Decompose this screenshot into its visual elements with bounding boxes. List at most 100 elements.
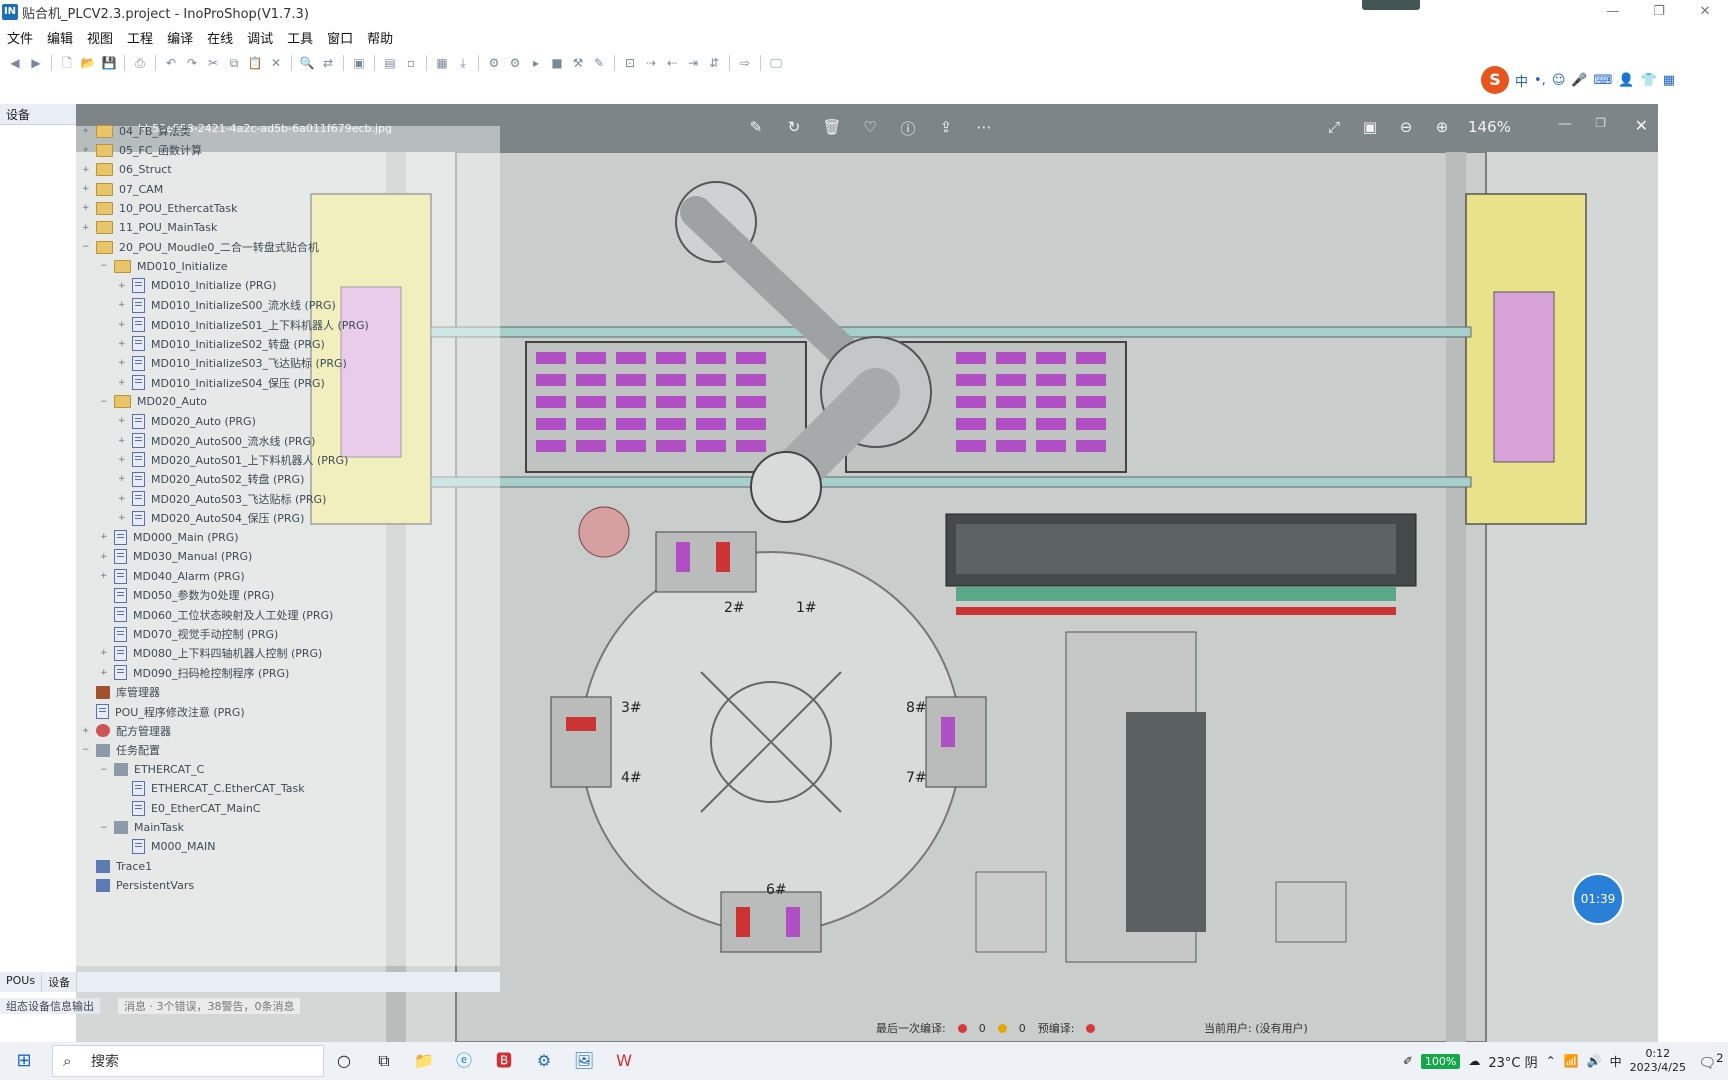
monitor-icon[interactable]: ⇥ xyxy=(684,54,702,72)
tree-expand-toggle[interactable]: + xyxy=(118,300,128,310)
tree-item[interactable]: + MD090_扫码枪控制程序 (PRG) xyxy=(100,663,289,683)
inoproshop-icon[interactable]: ⚙ xyxy=(524,1042,564,1080)
keyboard-icon[interactable]: ⌨ xyxy=(1594,73,1613,88)
tree-expand-toggle[interactable]: − xyxy=(100,397,110,407)
save-icon[interactable]: 💾 xyxy=(100,54,118,72)
tree-expand-toggle[interactable]: + xyxy=(118,358,128,368)
tree-expand-toggle[interactable]: − xyxy=(82,745,92,755)
tree-expand-toggle[interactable]: + xyxy=(82,223,92,233)
zoom-out-icon[interactable]: ⊖ xyxy=(1396,118,1416,136)
menu-tools[interactable]: 工具 xyxy=(280,28,320,47)
build-icon[interactable]: ▦ xyxy=(433,54,451,72)
tree-item[interactable]: M000_MAIN xyxy=(118,837,215,857)
delete-icon[interactable]: ✕ xyxy=(267,54,285,72)
tree-item[interactable]: Trace1 xyxy=(82,856,152,876)
zoom-in-icon[interactable]: ⊕ xyxy=(1432,118,1452,136)
tree-expand-toggle[interactable]: + xyxy=(82,203,92,213)
menu-build[interactable]: 编译 xyxy=(160,28,200,47)
tree-expand-toggle[interactable]: + xyxy=(118,474,128,484)
download-icon[interactable]: ⤓ xyxy=(454,54,472,72)
back-icon[interactable]: ◀ xyxy=(6,54,24,72)
heart-icon[interactable]: ♡ xyxy=(860,118,880,139)
tree-item[interactable]: PersistentVars xyxy=(82,876,194,896)
menu-file[interactable]: 文件 xyxy=(0,28,40,47)
tree-expand-toggle[interactable]: + xyxy=(118,494,128,504)
photos-icon[interactable]: 🖼 xyxy=(564,1042,604,1080)
tree-item[interactable]: +05_FC_函数计算 xyxy=(82,140,202,160)
window-icon[interactable]: ▣ xyxy=(350,54,368,72)
tree-item[interactable]: MD050_参数为0处理 (PRG) xyxy=(100,585,274,605)
tree-expand-toggle[interactable]: + xyxy=(100,648,110,658)
login-icon[interactable]: ⚙ xyxy=(485,54,503,72)
tree-expand-toggle[interactable]: + xyxy=(82,726,92,736)
tab-devices[interactable]: 设备 xyxy=(42,972,78,992)
tree-item[interactable]: + MD010_Initialize (PRG) xyxy=(118,276,276,296)
breakpoint-icon[interactable]: ⊡ xyxy=(621,54,639,72)
battery-indicator[interactable]: 100% xyxy=(1420,1053,1461,1069)
emoji-icon[interactable]: ☺ xyxy=(1552,73,1566,88)
tree-item[interactable]: + MD000_Main (PRG) xyxy=(100,527,239,547)
tree-item[interactable]: + MD080_上下料四轴机器人控制 (PRG) xyxy=(100,643,322,663)
tree-item[interactable]: + MD010_InitializeS00_流水线 (PRG) xyxy=(118,295,336,315)
copy-icon[interactable]: ⧉ xyxy=(225,54,243,72)
tree-expand-toggle[interactable]: + xyxy=(118,455,128,465)
ime-chinese-toggle[interactable]: 中 xyxy=(1515,71,1528,90)
tree-item[interactable]: +07_CAM xyxy=(82,179,163,199)
tree-item[interactable]: MD070_视觉手动控制 (PRG) xyxy=(100,624,278,644)
tree-expand-toggle[interactable]: + xyxy=(82,165,92,175)
taskbar-search[interactable]: ⌕ 搜索 xyxy=(52,1045,324,1077)
task-view-icon[interactable]: ⧉ xyxy=(364,1042,404,1080)
tree-expand-toggle[interactable]: + xyxy=(118,281,128,291)
tree-expand-toggle[interactable]: + xyxy=(82,126,92,136)
tree-item[interactable]: − 任务配置 xyxy=(82,740,160,760)
tab-pous[interactable]: POUs xyxy=(0,972,43,992)
tree-item[interactable]: ETHERCAT_C.EtherCAT_Task xyxy=(118,779,305,799)
step-out-icon[interactable]: ⇠ xyxy=(663,54,681,72)
tree-item[interactable]: − MD020_Auto xyxy=(100,392,207,412)
tree-expand-toggle[interactable]: + xyxy=(100,532,110,542)
messages-tab[interactable]: 消息 · 3个错误，38警告，0条消息 xyxy=(118,998,301,1014)
tree-item[interactable]: 库管理器 xyxy=(82,682,160,702)
tree-item[interactable]: − 20_POU_Moudle0_二合一转盘式贴合机 xyxy=(82,237,319,257)
fit-icon[interactable]: ▣ xyxy=(1360,118,1380,136)
undo-icon[interactable]: ↶ xyxy=(162,54,180,72)
logout-icon[interactable]: ⚙ xyxy=(506,54,524,72)
tree-item[interactable]: E0_EtherCAT_MainC xyxy=(118,798,260,818)
tree-item[interactable]: − MD010_Initialize xyxy=(100,256,228,276)
menu-project[interactable]: 工程 xyxy=(120,28,160,47)
menu-help[interactable]: 帮助 xyxy=(360,28,400,47)
tree-expand-toggle[interactable]: + xyxy=(100,571,110,581)
tree-item[interactable]: + MD040_Alarm (PRG) xyxy=(100,566,245,586)
tree-item[interactable]: + MD010_InitializeS02_转盘 (PRG) xyxy=(118,334,325,354)
tree-expand-toggle[interactable]: + xyxy=(118,513,128,523)
forcing-icon[interactable]: ⇵ xyxy=(705,54,723,72)
tree-item[interactable]: + MD020_Auto (PRG) xyxy=(118,411,256,431)
viewer-minimize-icon[interactable]: — xyxy=(1558,116,1572,132)
sogou-logo-icon[interactable]: S xyxy=(1481,66,1509,94)
forward-icon[interactable]: ▶ xyxy=(27,54,45,72)
cut-icon[interactable]: ✂ xyxy=(204,54,222,72)
tree-expand-toggle[interactable]: − xyxy=(100,765,110,775)
tree-item[interactable]: + MD020_AutoS04_保压 (PRG) xyxy=(118,508,304,528)
recording-timer[interactable]: 01:39 xyxy=(1572,873,1624,925)
trash-icon[interactable]: 🗑 xyxy=(822,118,842,139)
share-icon[interactable]: ⇪ xyxy=(936,118,956,139)
edit-image-icon[interactable]: ✎ xyxy=(746,118,766,139)
tree-item[interactable]: +10_POU_EthercatTask xyxy=(82,198,237,218)
app-b-icon[interactable]: 🅱 xyxy=(484,1042,524,1080)
tree-expand-toggle[interactable]: − xyxy=(100,823,110,833)
tree-expand-toggle[interactable]: + xyxy=(118,339,128,349)
system-clock[interactable]: 0:12 2023/4/25 xyxy=(1630,1047,1686,1075)
device-output-tab[interactable]: 组态设备信息输出 xyxy=(0,998,100,1014)
tree-expand-toggle[interactable]: + xyxy=(82,184,92,194)
tree-expand-toggle[interactable]: + xyxy=(118,378,128,388)
microphone-icon[interactable]: 🎤 xyxy=(1571,73,1587,88)
tree-expand-toggle[interactable]: + xyxy=(118,436,128,446)
close-button[interactable]: ✕ xyxy=(1682,0,1728,24)
ime-punctuation-toggle[interactable]: •, xyxy=(1534,73,1546,88)
tree-item[interactable]: POU_程序修改注意 (PRG) xyxy=(82,702,245,722)
menu-debug[interactable]: 调试 xyxy=(240,28,280,47)
object-icon[interactable]: ▤ xyxy=(381,54,399,72)
toolbox-icon[interactable]: ▦ xyxy=(1663,73,1675,88)
tree-item[interactable]: +04_FB_算法类 xyxy=(82,121,191,141)
